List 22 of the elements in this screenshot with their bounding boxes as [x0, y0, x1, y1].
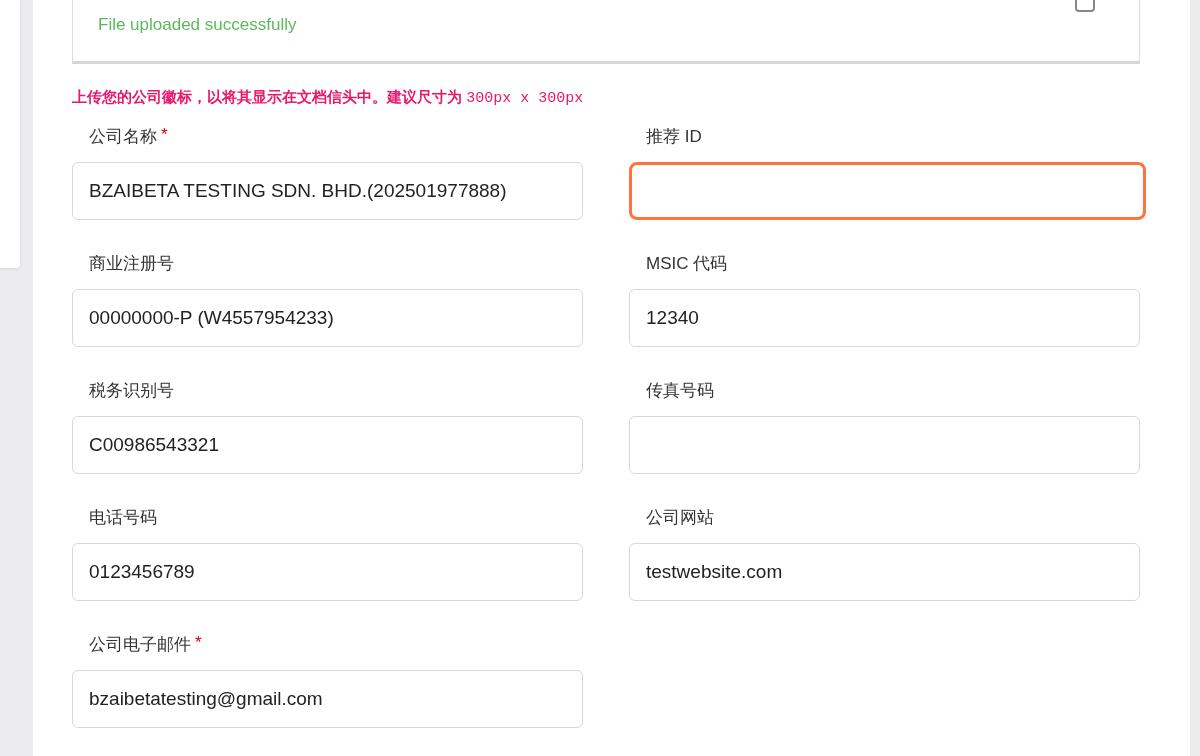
- field-label: 商业注册号: [89, 253, 174, 275]
- field-label: 公司网站: [646, 507, 714, 529]
- field-label: 公司电子邮件: [89, 634, 191, 656]
- input-field[interactable]: 0123456789: [72, 543, 583, 601]
- input-field[interactable]: bzaibetatesting@gmail.com: [72, 670, 583, 728]
- input-field[interactable]: [629, 416, 1140, 474]
- input-field[interactable]: BZAIBETA TESTING SDN. BHD.(202501977888): [72, 162, 583, 220]
- field-label: 电话号码: [89, 507, 157, 529]
- required-mark: *: [195, 633, 202, 653]
- upload-status: File uploaded successfully: [98, 15, 297, 35]
- field-label: MSIC 代码: [646, 253, 728, 275]
- input-field[interactable]: [629, 162, 1146, 220]
- input-field[interactable]: 00000000-P (W4557954233): [72, 289, 583, 347]
- field-label: 税务识别号: [89, 380, 174, 402]
- field-label: 推荐 ID: [646, 126, 702, 148]
- field-label: 传真号码: [646, 380, 714, 402]
- input-field[interactable]: testwebsite.com: [629, 543, 1140, 601]
- input-field[interactable]: C00986543321: [72, 416, 583, 474]
- field-label: 公司名称: [89, 126, 157, 148]
- logo-hint: 上传您的公司徽标，以将其显示在文档信头中。建议尺寸为 300px x 300px: [72, 88, 585, 107]
- required-mark: *: [161, 125, 168, 145]
- input-field[interactable]: 12340: [629, 289, 1140, 347]
